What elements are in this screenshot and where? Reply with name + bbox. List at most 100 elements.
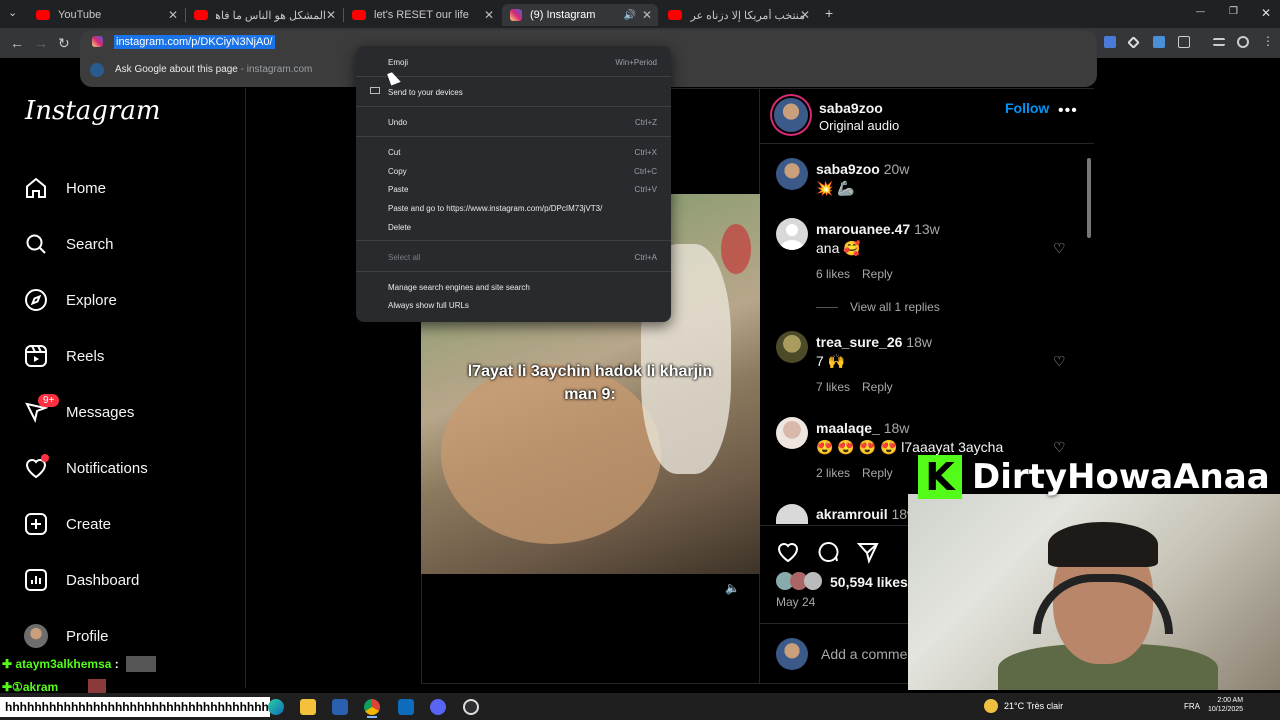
clock[interactable]: 2:00 AM 10/12/2025 <box>1208 696 1243 714</box>
address-bar-input[interactable]: instagram.com/p/DKCiyN3NjA0/ <box>114 35 275 49</box>
menu-item-cut[interactable]: Cut <box>388 148 400 157</box>
likes-count[interactable]: 50,594 likes <box>830 574 908 590</box>
sidebar-item-reels[interactable]: Reels <box>24 342 104 370</box>
window-close-button[interactable]: ✕ <box>1261 6 1271 20</box>
comment-username[interactable]: akramrouil 18w <box>816 506 917 522</box>
forward-arrow-icon[interactable]: → <box>34 35 48 51</box>
tab-youtube-4[interactable]: منتخب أمريكا إلا دزناه عربجوا اللة ✕ <box>660 4 816 26</box>
back-arrow-icon[interactable]: ← <box>10 35 24 51</box>
obs-icon[interactable] <box>463 699 479 715</box>
username-text[interactable]: marouanee.47 <box>816 221 910 237</box>
sidebar-item-notifications[interactable]: Notifications <box>24 454 148 482</box>
menu-item-undo[interactable]: Undo <box>388 118 407 127</box>
tab-title: منتخب أمريكا إلا دزناه عربجوا اللة <box>690 9 805 22</box>
menu-item-manage-search-engines[interactable]: Manage search engines and site search <box>388 283 530 292</box>
menu-item-always-show-full-urls[interactable]: Always show full URLs <box>388 301 469 310</box>
user-avatar <box>776 638 808 670</box>
follow-button[interactable]: Follow <box>1005 100 1049 116</box>
comment-username[interactable]: trea_sure_26 18w <box>816 334 932 350</box>
comment-likes[interactable]: 6 likes <box>816 267 850 281</box>
comment-username[interactable]: saba9zoo 20w <box>816 161 909 177</box>
menu-item-emoji[interactable]: Emoji <box>388 58 408 67</box>
instagram-logo[interactable]: Instagram <box>25 96 161 126</box>
tab-youtube[interactable]: YouTube ✕ <box>28 4 184 26</box>
add-comment-input[interactable]: Add a comme <box>821 646 907 662</box>
new-tab-button[interactable]: + <box>825 5 833 21</box>
post-date: May 24 <box>776 595 816 609</box>
comment-icon[interactable] <box>816 540 840 564</box>
close-icon[interactable]: ✕ <box>642 8 652 22</box>
scrollbar-thumb[interactable] <box>1087 158 1091 238</box>
tab-youtube-3[interactable]: let's RESET our life ✕ <box>344 4 500 26</box>
sidebar-item-label: Messages <box>66 403 135 421</box>
sidebar-item-explore[interactable]: Explore <box>24 286 117 314</box>
speaker-icon[interactable]: 🔈 <box>725 581 740 595</box>
media-controls-icon[interactable] <box>1213 38 1225 46</box>
menu-item-send-to-devices[interactable]: Send to your devices <box>388 88 463 97</box>
sidebar-item-profile[interactable]: Profile <box>24 622 109 650</box>
username-text[interactable]: maalaqe_ <box>816 420 880 436</box>
chrome-icon[interactable] <box>364 699 380 715</box>
comment-username[interactable]: maalaqe_ 18w <box>816 420 909 436</box>
video-caption-line: l7ayat li 3aychin hadok li kharjin <box>467 363 713 380</box>
tab-instagram[interactable]: (9) Instagram 🔊 ✕ <box>502 4 658 26</box>
sidebar-item-messages[interactable]: 9+ Messages <box>24 394 135 426</box>
ask-google-suggestion[interactable]: Ask Google about this page - instagram.c… <box>115 64 312 75</box>
menu-item-select-all[interactable]: Select all <box>388 253 420 262</box>
file-explorer-icon[interactable] <box>300 699 316 715</box>
outlook-icon[interactable] <box>398 699 414 715</box>
menu-icon[interactable]: ⋮ <box>1262 34 1274 48</box>
comment-avatar[interactable] <box>776 158 808 190</box>
tab-search-button[interactable]: ⌄ <box>8 6 17 19</box>
author-username[interactable]: saba9zoo <box>819 100 883 116</box>
like-heart-icon[interactable]: ♡ <box>1053 240 1066 257</box>
translate-icon[interactable] <box>1104 36 1116 48</box>
sidebar-item-search[interactable]: Search <box>24 230 114 258</box>
tab-youtube-2[interactable]: المشكل هو الناس ما فاهميناش ✕ <box>186 4 342 26</box>
speaker-icon[interactable]: 🔊 <box>624 10 636 21</box>
weather-text[interactable]: 21°C Très clair <box>1004 701 1063 711</box>
comment-time: 20w <box>883 161 910 177</box>
comment-avatar[interactable] <box>776 417 808 449</box>
comment-likes[interactable]: 2 likes <box>816 466 850 480</box>
like-heart-icon[interactable]: ♡ <box>1053 353 1066 370</box>
puzzle-icon[interactable] <box>1178 36 1190 48</box>
reply-button[interactable]: Reply <box>862 466 893 480</box>
username-text[interactable]: saba9zoo <box>816 161 880 177</box>
sidebar-item-home[interactable]: Home <box>24 174 106 202</box>
view-replies-button[interactable]: View all 1 replies <box>850 300 940 314</box>
profile-icon[interactable] <box>1237 36 1249 48</box>
comment-likes[interactable]: 7 likes <box>816 380 850 394</box>
close-icon[interactable]: ✕ <box>484 8 494 22</box>
discord-icon[interactable] <box>430 699 446 715</box>
store-icon[interactable] <box>332 699 348 715</box>
menu-item-delete[interactable]: Delete <box>388 223 411 232</box>
liker-avatars[interactable] <box>776 572 828 590</box>
menu-item-paste[interactable]: Paste <box>388 185 408 194</box>
audio-label[interactable]: Original audio <box>819 118 899 133</box>
minimize-button[interactable]: — <box>1196 6 1205 16</box>
close-icon[interactable]: ✕ <box>800 8 810 22</box>
reply-button[interactable]: Reply <box>862 380 893 394</box>
comment-avatar[interactable] <box>776 218 808 250</box>
share-icon[interactable] <box>856 540 880 564</box>
author-avatar[interactable] <box>774 98 808 132</box>
sidebar-item-dashboard[interactable]: Dashboard <box>24 566 139 594</box>
restore-button[interactable]: ❐ <box>1229 6 1238 17</box>
menu-item-paste-and-go[interactable]: Paste and go to https://www.instagram.co… <box>388 204 602 213</box>
username-text[interactable]: akramrouil <box>816 506 888 522</box>
more-options-icon[interactable]: ••• <box>1058 102 1078 120</box>
menu-item-copy[interactable]: Copy <box>388 167 407 176</box>
language-indicator[interactable]: FRA <box>1184 702 1200 711</box>
reload-icon[interactable]: ↻ <box>58 35 70 52</box>
username-text[interactable]: trea_sure_26 <box>816 334 902 350</box>
close-icon[interactable]: ✕ <box>326 8 336 22</box>
comment-username[interactable]: marouanee.47 13w <box>816 221 940 237</box>
reply-button[interactable]: Reply <box>862 267 893 281</box>
sidebar-item-create[interactable]: Create <box>24 510 111 538</box>
close-icon[interactable]: ✕ <box>168 8 178 22</box>
comment-avatar[interactable] <box>776 331 808 363</box>
like-heart-icon[interactable] <box>776 540 800 564</box>
edge-icon[interactable] <box>268 699 284 715</box>
extension-icon[interactable] <box>1153 36 1165 48</box>
